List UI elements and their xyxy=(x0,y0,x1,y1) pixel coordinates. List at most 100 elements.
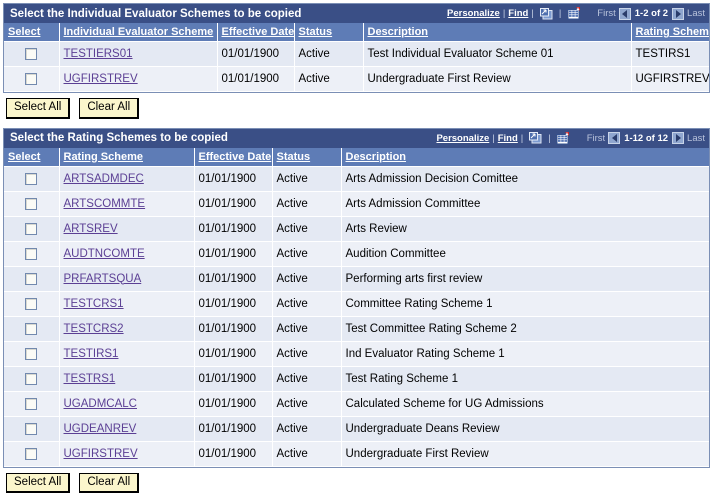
individual-evaluator-schemes-body: TESTIERS01 01/01/1900 Active Test Indivi… xyxy=(4,41,709,92)
row-select-cell[interactable] xyxy=(4,441,60,467)
table-row: TESTCRS1 01/01/1900 Active Committee Rating… xyxy=(4,291,709,317)
table-row: ARTSCOMMTE 01/01/1900 Active Arts Admission… xyxy=(4,191,709,217)
row-checkbox[interactable] xyxy=(25,272,38,285)
row-select-cell[interactable] xyxy=(4,266,60,292)
grid-title-individual-evaluator: Select the Individual Evaluator Schemes … xyxy=(10,7,302,20)
scheme-link[interactable]: AUDTNCOMTE xyxy=(64,248,145,260)
next-page-arrow-icon[interactable] xyxy=(672,132,685,145)
row-select-cell[interactable] xyxy=(4,41,60,67)
table-row: UGFIRSTREV 01/01/1900 Active Undergraduate … xyxy=(4,441,709,467)
row-select-cell[interactable] xyxy=(4,416,60,442)
previous-page-arrow-icon[interactable] xyxy=(618,7,631,20)
column-header-select[interactable]: Select xyxy=(4,147,60,167)
scheme-link[interactable]: TESTIERS01 xyxy=(64,48,133,60)
cell-effective-date: 01/01/1900 xyxy=(194,291,273,317)
row-checkbox[interactable] xyxy=(25,422,38,435)
toolbar-separator-3: | xyxy=(548,132,551,144)
scheme-link[interactable]: TESTIRS1 xyxy=(64,348,119,360)
row-select-cell[interactable] xyxy=(4,341,60,367)
scheme-link[interactable]: TESTRS1 xyxy=(64,373,116,385)
cell-effective-date: 01/01/1900 xyxy=(217,66,295,92)
row-checkbox[interactable] xyxy=(25,297,38,310)
toolbar-separator-3: | xyxy=(558,8,562,19)
view-all-expand-icon[interactable] xyxy=(528,131,543,145)
select-all-button-individual-evaluator[interactable]: Select All xyxy=(6,98,71,119)
row-select-cell[interactable] xyxy=(4,66,60,92)
column-header-status[interactable]: Status xyxy=(272,147,342,167)
cell-scheme: TESTRS1 xyxy=(59,366,195,392)
cell-description: Ind Evaluator Rating Scheme 1 xyxy=(341,341,709,367)
next-page-arrow-icon[interactable] xyxy=(672,7,685,20)
row-checkbox[interactable] xyxy=(25,172,38,185)
row-select-cell[interactable] xyxy=(4,366,60,392)
row-checkbox[interactable] xyxy=(25,347,38,360)
last-page-link-individual-evaluator[interactable]: Last xyxy=(687,8,705,19)
row-checkbox[interactable] xyxy=(25,447,38,460)
row-select-cell[interactable] xyxy=(4,291,60,317)
pagination-individual-evaluator: First 1-2 of 2 Last xyxy=(597,7,705,20)
column-header-individual-evaluator-scheme[interactable]: Individual Evaluator Scheme xyxy=(59,23,218,42)
cell-status: Active xyxy=(272,216,342,242)
column-header-effective-date[interactable]: Effective Date xyxy=(217,23,295,42)
cell-scheme: UGFIRSTREV xyxy=(59,441,195,467)
cell-description: Undergraduate First Review xyxy=(363,66,632,92)
row-select-cell[interactable] xyxy=(4,191,60,217)
last-page-link-rating-schemes[interactable]: Last xyxy=(687,133,705,144)
first-page-link-rating-schemes[interactable]: First xyxy=(587,133,605,144)
row-select-cell[interactable] xyxy=(4,241,60,267)
column-header-status[interactable]: Status xyxy=(294,23,364,42)
view-all-expand-icon[interactable] xyxy=(539,7,554,21)
find-link-rating-schemes[interactable]: Find xyxy=(498,133,518,144)
scheme-link[interactable]: UGFIRSTREV xyxy=(64,448,138,460)
clear-all-button-rating-schemes[interactable]: Clear All xyxy=(79,472,140,494)
scheme-link[interactable]: ARTSADMDEC xyxy=(64,173,144,185)
download-to-spreadsheet-icon[interactable] xyxy=(556,131,571,145)
clear-all-button-individual-evaluator[interactable]: Clear All xyxy=(79,98,140,119)
column-header-select[interactable]: Select xyxy=(4,23,60,42)
row-checkbox[interactable] xyxy=(25,397,38,410)
personalize-link-individual-evaluator[interactable]: Personalize xyxy=(447,8,500,19)
row-checkbox[interactable] xyxy=(25,322,38,335)
column-header-effective-date[interactable]: Effective Date xyxy=(194,147,273,167)
row-checkbox[interactable] xyxy=(25,72,38,85)
rating-schemes-button-row: Select All Clear All xyxy=(3,468,713,503)
personalize-link-rating-schemes[interactable]: Personalize xyxy=(436,133,489,144)
scheme-link[interactable]: PRFARTSQUA xyxy=(64,273,142,285)
row-select-cell[interactable] xyxy=(4,166,60,192)
scheme-link[interactable]: ARTSCOMMTE xyxy=(64,198,146,210)
select-all-button-rating-schemes[interactable]: Select All xyxy=(6,472,71,494)
first-page-link-individual-evaluator[interactable]: First xyxy=(597,8,615,19)
cell-scheme: ARTSCOMMTE xyxy=(59,191,195,217)
cell-scheme: ARTSREV xyxy=(59,216,195,242)
table-row: TESTCRS2 01/01/1900 Active Test Committee R… xyxy=(4,316,709,342)
scheme-link[interactable]: TESTCRS2 xyxy=(64,323,124,335)
row-checkbox[interactable] xyxy=(25,222,38,235)
column-header-description[interactable]: Description xyxy=(341,147,709,167)
row-select-cell[interactable] xyxy=(4,391,60,417)
scheme-link[interactable]: UGFIRSTREV xyxy=(64,73,138,85)
download-to-spreadsheet-icon[interactable] xyxy=(566,7,581,21)
scheme-link[interactable]: ARTSREV xyxy=(64,223,118,235)
cell-scheme: TESTCRS2 xyxy=(59,316,195,342)
table-row: TESTRS1 01/01/1900 Active Test Rating Schem… xyxy=(4,366,709,392)
cell-scheme: ARTSADMDEC xyxy=(59,166,195,192)
row-checkbox[interactable] xyxy=(25,247,38,260)
grid-toolbar-individual-evaluator: Personalize | Find | | First 1-2 of 2 La… xyxy=(447,7,705,21)
toolbar-separator-1: | xyxy=(502,8,506,19)
cell-description: Calculated Scheme for UG Admissions xyxy=(341,391,709,417)
scheme-link[interactable]: UGDEANREV xyxy=(64,423,137,435)
row-checkbox[interactable] xyxy=(25,372,38,385)
cell-status: Active xyxy=(272,441,342,467)
row-select-cell[interactable] xyxy=(4,316,60,342)
table-header-row: Select Individual Evaluator Scheme Effec… xyxy=(4,23,709,42)
scheme-link[interactable]: UGADMCALC xyxy=(64,398,137,410)
previous-page-arrow-icon[interactable] xyxy=(608,132,621,145)
column-header-rating-scheme[interactable]: Rating Scheme xyxy=(59,147,195,167)
row-checkbox[interactable] xyxy=(25,47,38,60)
row-select-cell[interactable] xyxy=(4,216,60,242)
column-header-rating-scheme[interactable]: Rating Scheme xyxy=(631,23,709,42)
row-checkbox[interactable] xyxy=(25,197,38,210)
scheme-link[interactable]: TESTCRS1 xyxy=(64,298,124,310)
find-link-individual-evaluator[interactable]: Find xyxy=(508,8,528,19)
column-header-description[interactable]: Description xyxy=(363,23,632,42)
